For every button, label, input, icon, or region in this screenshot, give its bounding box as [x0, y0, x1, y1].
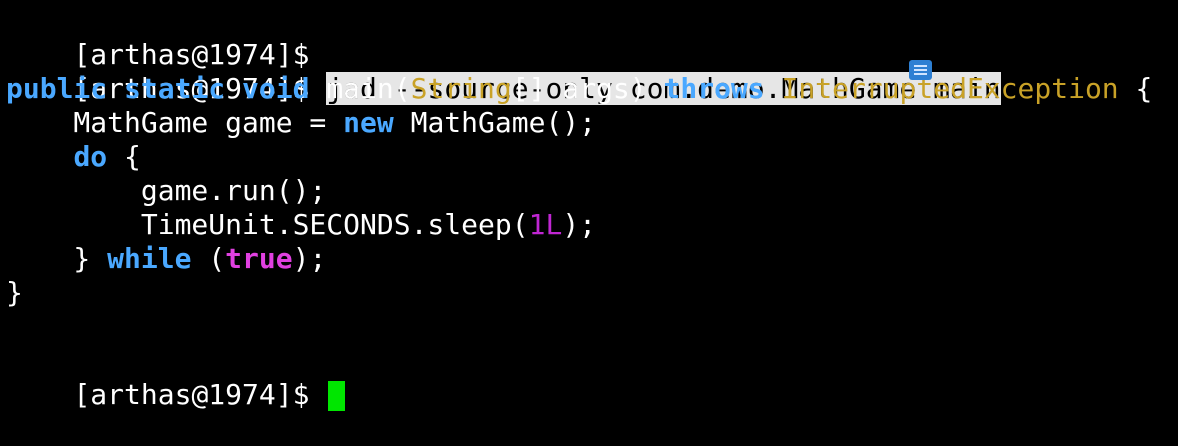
close-brace: } — [6, 276, 23, 309]
terminal-line-prompt-1: [arthas@1974]$ — [6, 4, 1178, 71]
code-line-do: do { — [6, 140, 1178, 174]
code-line-run: game.run(); — [6, 174, 1178, 208]
code-text: } — [6, 242, 108, 275]
code-line-while: } while (true); — [6, 242, 1178, 276]
terminal-line-empty — [6, 310, 1178, 344]
code-line-signature: public static void main(String[] args) t… — [6, 72, 1178, 106]
code-line-close: } — [6, 276, 1178, 310]
code-text: game.run(); — [6, 174, 327, 207]
method-params: [] args) — [511, 72, 664, 105]
type-string: String — [410, 72, 512, 105]
text-cursor — [328, 381, 346, 411]
code-line-sleep: TimeUnit.SECONDS.sleep(1L); — [6, 208, 1178, 242]
keyword-throws: throws — [663, 72, 765, 105]
shell-prompt: [arthas@1974]$ — [73, 38, 327, 71]
terminal-window[interactable]: [arthas@1974]$ [arthas@1974]$ jad --sour… — [6, 4, 1178, 411]
keyword-static: static — [124, 72, 226, 105]
literal-true: true — [225, 242, 293, 275]
code-text: MathGame game = — [6, 106, 344, 139]
method-name: main( — [326, 72, 411, 105]
document-icon-line — [914, 73, 927, 75]
code-text: MathGame(); — [393, 106, 597, 139]
code-line-new-game: MathGame game = new MathGame(); — [6, 106, 1178, 140]
code-text: TimeUnit.SECONDS.sleep( — [6, 208, 529, 241]
open-brace: { — [107, 140, 141, 173]
code-text: ); — [292, 242, 327, 275]
keyword-new: new — [343, 106, 394, 139]
keyword-public: public — [6, 72, 108, 105]
code-text: ( — [191, 242, 226, 275]
terminal-line-prompt-2[interactable]: [arthas@1974]$ — [6, 344, 1178, 411]
keyword-void: void — [242, 72, 310, 105]
code-text: ); — [562, 208, 597, 241]
document-icon-line — [914, 69, 927, 71]
open-brace: { — [1118, 72, 1153, 105]
keyword-do: do — [73, 140, 108, 173]
document-icon-line — [914, 65, 927, 67]
type-interrupted-exception: InterruptedException — [781, 72, 1119, 105]
keyword-while: while — [107, 242, 192, 275]
literal-long: 1L — [528, 208, 563, 241]
document-icon[interactable] — [909, 60, 932, 80]
shell-prompt: [arthas@1974]$ — [73, 378, 327, 411]
